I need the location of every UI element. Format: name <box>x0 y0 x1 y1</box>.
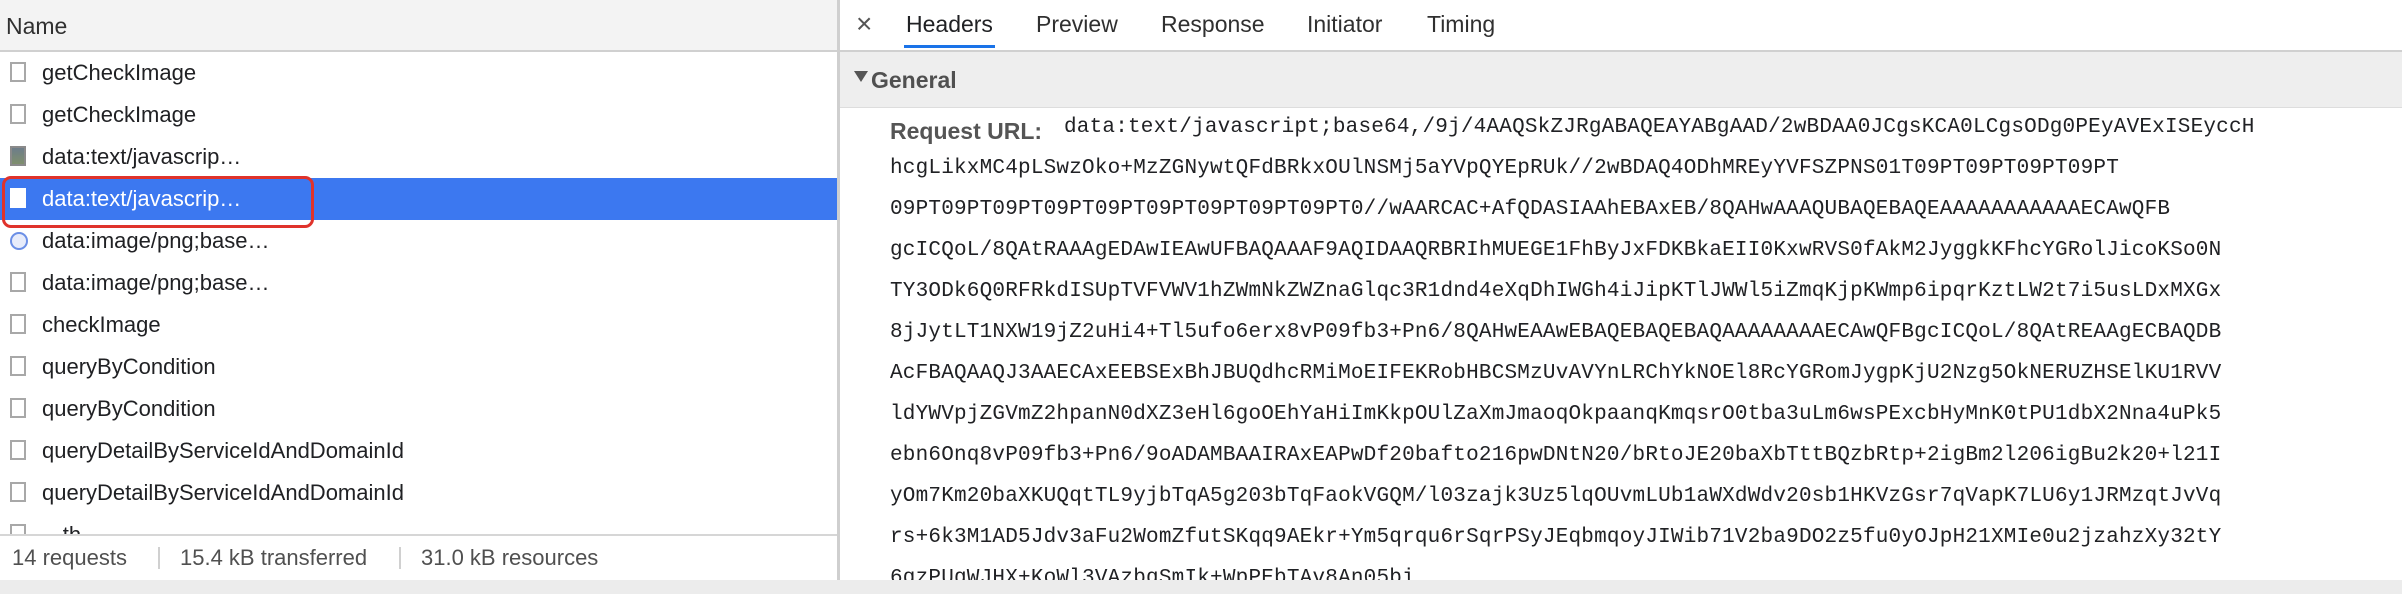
network-summary-bar: 14 requests 15.4 kB transferred 31.0 kB … <box>0 534 837 580</box>
png-file-icon <box>10 232 28 250</box>
request-name: checkImage <box>42 312 161 337</box>
request-url-line: ebn6Onq8vP09fb3+Pn6/9oADAMBAAIRAxEAPwDf2… <box>890 444 2222 467</box>
request-name: queryByCondition <box>42 354 216 379</box>
document-icon <box>10 104 26 124</box>
request-row[interactable]: data:text/javascrip… <box>0 136 837 178</box>
details-tab-bar: × Headers Preview Response Initiator Tim… <box>840 0 2402 52</box>
request-name: data:text/javascrip… <box>42 144 242 169</box>
image-file-icon <box>10 146 26 166</box>
tab-initiator[interactable]: Initiator <box>1307 0 1382 48</box>
request-url-line: hcgLikxMC4pLSwzOko+MzZGNywtQFdBRkxOUlNSM… <box>890 157 2119 180</box>
document-icon <box>10 62 26 82</box>
request-details-panel: × Headers Preview Response Initiator Tim… <box>840 0 2402 580</box>
request-name: getCheckImage <box>42 102 197 127</box>
document-icon <box>10 398 26 418</box>
general-section-header[interactable]: General <box>840 52 2402 108</box>
request-url-line: 09PT09PT09PT09PT09PT09PT09PT09PT09PT0//w… <box>890 198 2171 221</box>
request-row[interactable]: queryByCondition <box>0 388 837 430</box>
resources-size: 31.0 kB resources <box>421 545 599 570</box>
request-row[interactable]: queryDetailByServiceIdAndDomainId <box>0 472 837 514</box>
request-count: 14 requests <box>12 545 127 570</box>
request-row[interactable]: queryByCondition <box>0 346 837 388</box>
transferred-size: 15.4 kB transferred <box>180 545 368 570</box>
document-icon <box>10 272 26 292</box>
document-icon <box>10 356 26 376</box>
tab-response[interactable]: Response <box>1161 0 1265 48</box>
request-url-line: ldYWVpjZGVmZ2hpanN0dXZ3eHl6goOEhYaHiImKk… <box>890 403 2222 426</box>
status-divider <box>399 547 401 569</box>
request-url-line: TY3ODk6Q0RFRkdISUpTVFVWV1hZWmNkZWZnaGlqc… <box>890 280 2222 303</box>
request-url-line: data:text/javascript;base64,/9j/4AAQSkZJ… <box>1064 116 2255 139</box>
request-url-line: AcFBAQAAQJ3AAECAxEEBSExBhJBUQdhcRMiMoEIF… <box>890 362 2222 385</box>
request-name: queryDetailByServiceIdAndDomainId <box>42 480 404 505</box>
request-name: queryDetailByServiceIdAndDomainId <box>42 438 404 463</box>
name-column-header[interactable]: Name <box>0 0 837 52</box>
status-divider <box>158 547 160 569</box>
request-url-line: yOm7Km20baXKUQqtTL9yjbTqA5g203bTqFaokVGQ… <box>890 485 2222 508</box>
selection-highlight-outline <box>2 176 314 228</box>
request-row[interactable]: queryDetailByServiceIdAndDomainId <box>0 430 837 472</box>
request-list-panel: Name getCheckImage getCheckImage data:text… <box>0 0 837 594</box>
request-list: getCheckImage getCheckImage data:text/java… <box>0 52 837 556</box>
request-row[interactable]: checkImage <box>0 304 837 346</box>
tab-timing[interactable]: Timing <box>1427 0 1495 48</box>
document-icon <box>10 482 26 502</box>
close-icon[interactable]: × <box>856 6 872 42</box>
request-url-line: 6qzPUgWJHX+KoWl3VAzbqSmIk+WpPEbTAv8An05b… <box>890 567 1415 580</box>
document-icon <box>10 314 26 334</box>
request-name: queryByCondition <box>42 396 216 421</box>
request-url-label: Request URL: <box>890 118 1043 144</box>
tab-preview[interactable]: Preview <box>1036 0 1118 48</box>
request-row[interactable]: getCheckImage <box>0 52 837 94</box>
tab-headers[interactable]: Headers <box>904 0 995 48</box>
request-name: data:image/png;base… <box>42 270 270 295</box>
request-url-line: rs+6k3M1AD5Jdv3aFu2WomZfutSKqq9AEkr+Ym5q… <box>890 526 2222 549</box>
general-section-title: General <box>871 67 957 93</box>
request-row[interactable]: getCheckImage <box>0 94 837 136</box>
request-row[interactable]: data:image/png;base… <box>0 262 837 304</box>
collapse-triangle-icon <box>854 71 868 82</box>
request-name: getCheckImage <box>42 60 197 85</box>
window-bottom-edge <box>0 580 2402 594</box>
document-icon <box>10 440 26 460</box>
request-url-line: 8jJytLT1NXW19jZ2uHi4+Tl5ufo6erx8vP09fb3+… <box>890 321 2222 344</box>
request-url-line: gcICQoL/8QAtRAAAgEDAwIEAwUFBAQAAAF9AQIDA… <box>890 239 2222 262</box>
